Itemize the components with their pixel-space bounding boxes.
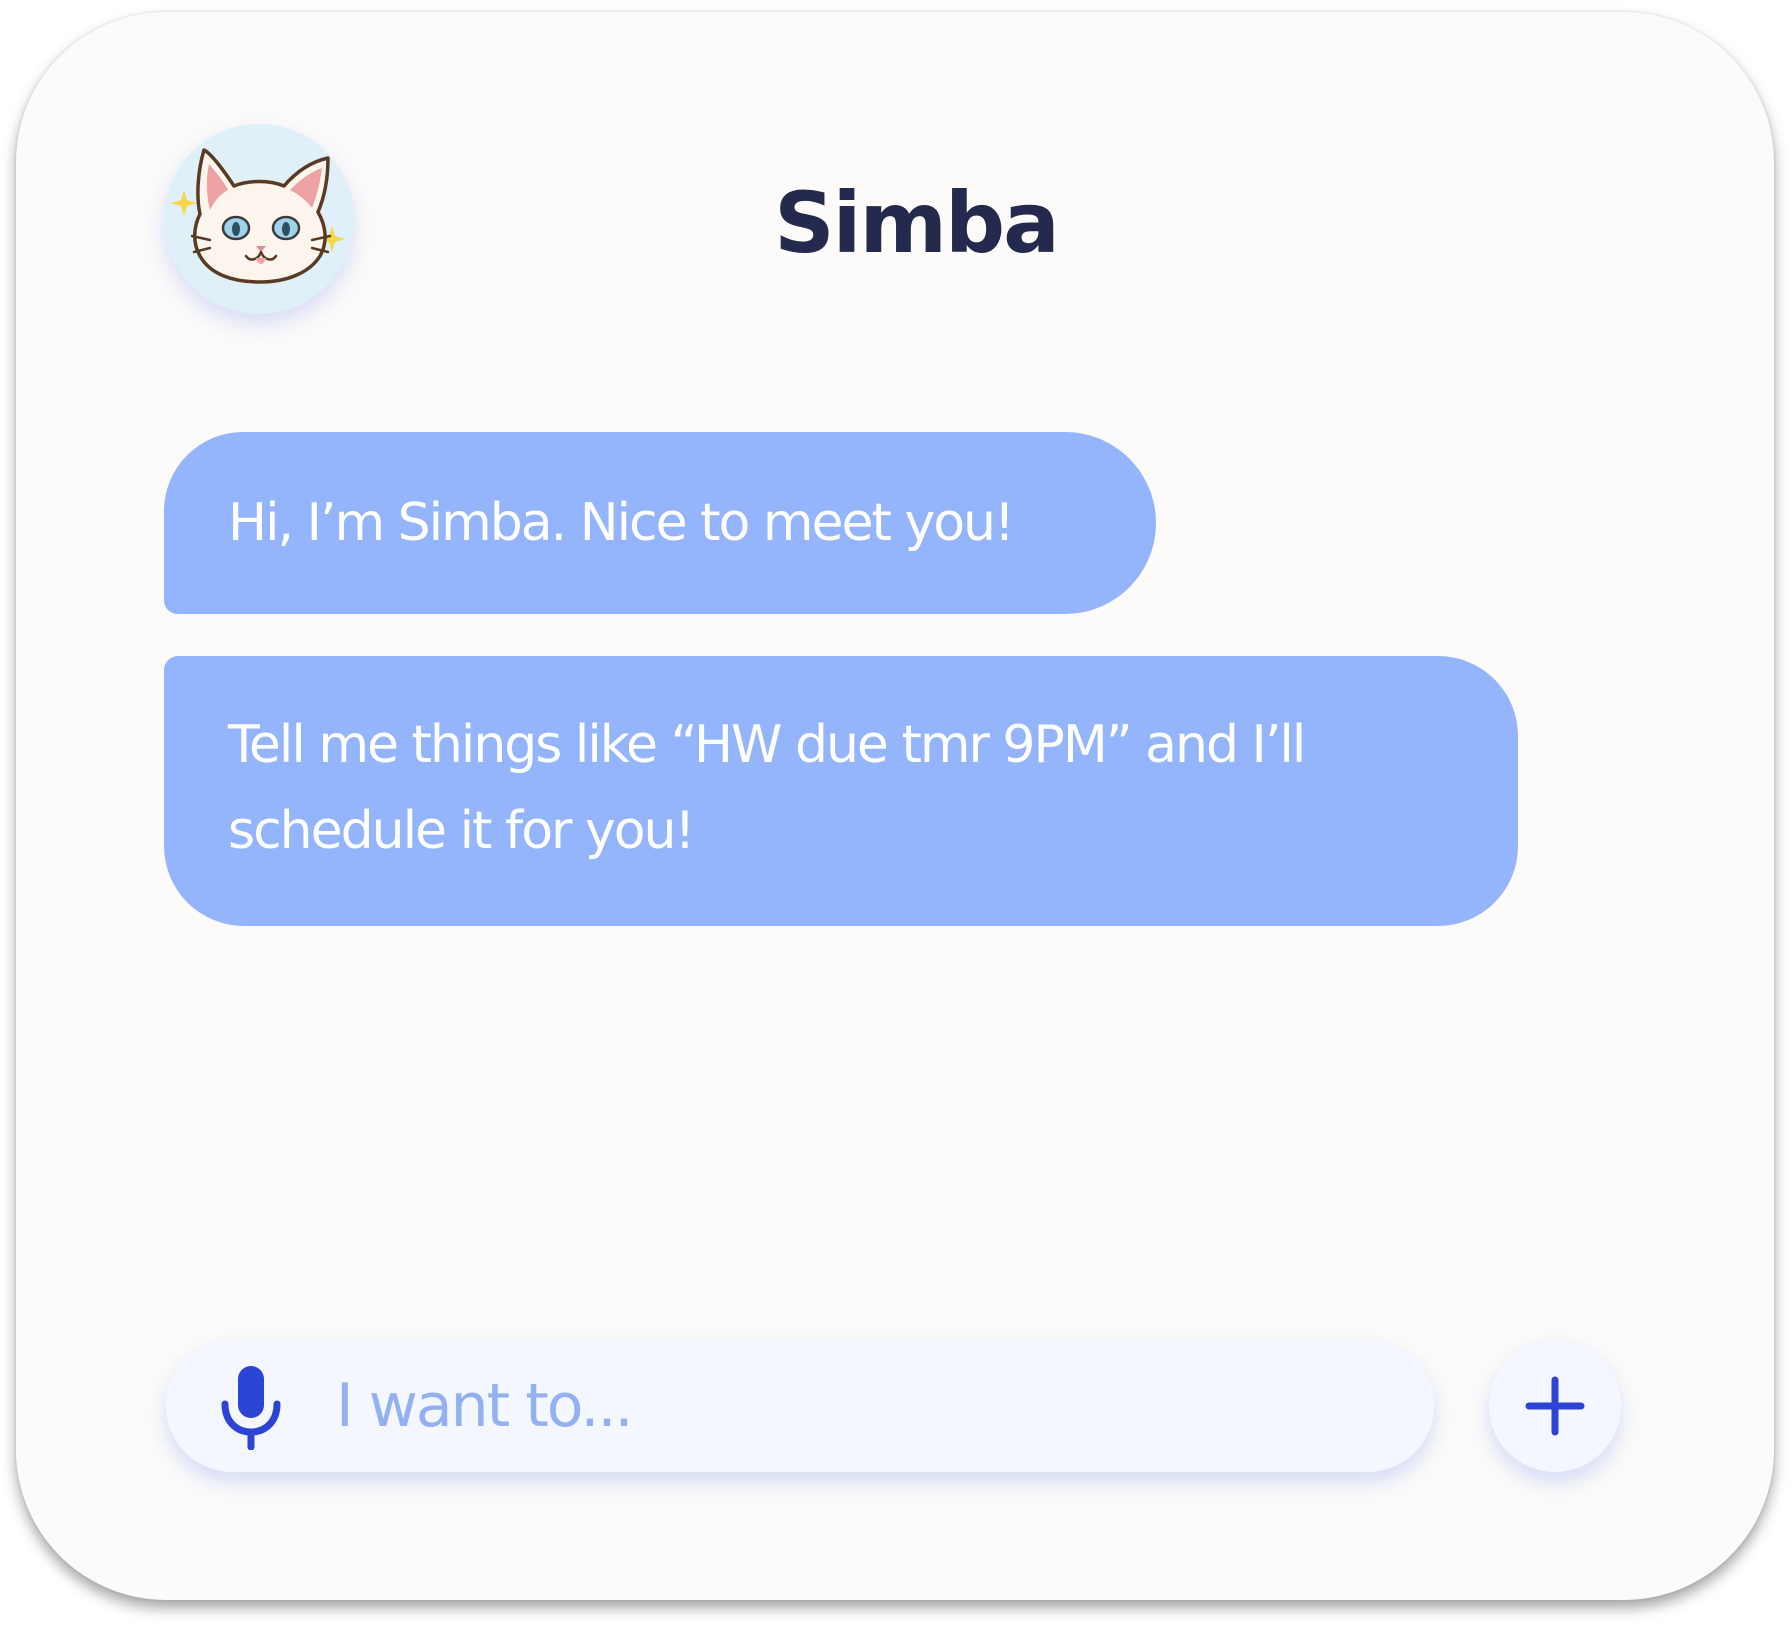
microphone-icon[interactable] (216, 1364, 286, 1450)
page-title: Simba (774, 174, 1060, 272)
chat-message: Tell me things like “HW due tmr 9PM” and… (164, 656, 1518, 926)
plus-icon (1525, 1376, 1585, 1436)
message-input[interactable]: I want to... (336, 1370, 634, 1442)
chat-window: Simba Hi, I’m Simba. Nice to meet you! T… (16, 12, 1774, 1600)
message-input-bar[interactable]: I want to... (166, 1340, 1434, 1472)
add-button[interactable] (1489, 1340, 1621, 1472)
avatar[interactable] (164, 124, 354, 314)
chat-message: Hi, I’m Simba. Nice to meet you! (164, 432, 1156, 614)
cat-avatar-icon (171, 148, 345, 284)
